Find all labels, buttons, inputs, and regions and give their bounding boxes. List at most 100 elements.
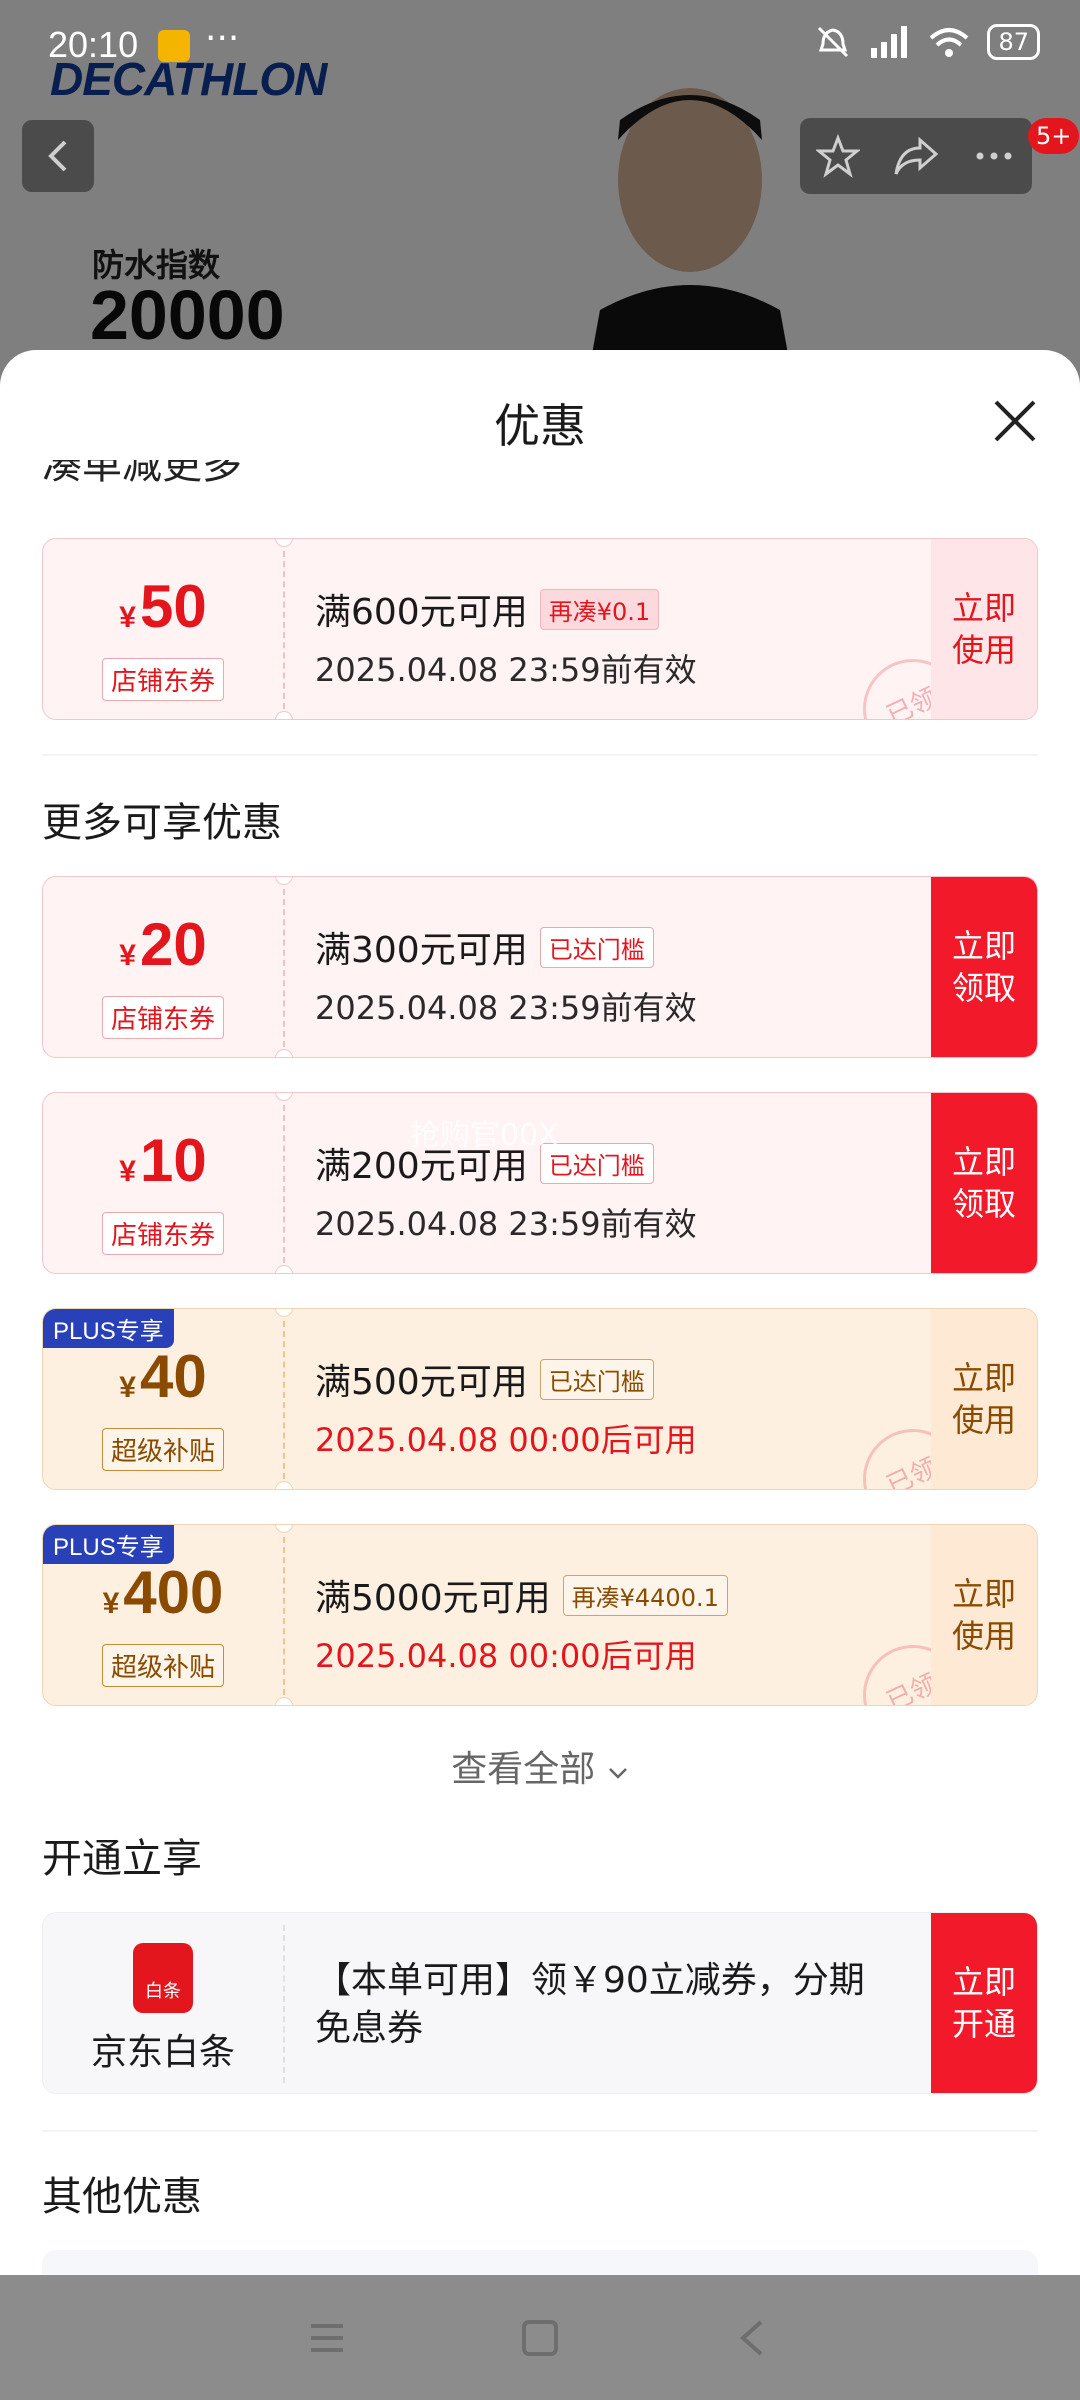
plus-exclusive-ribbon: PLUS专享	[43, 1525, 174, 1564]
coupon-amount: ¥20	[43, 913, 283, 988]
back-button[interactable]	[22, 120, 94, 192]
chevron-down-icon	[608, 1768, 627, 1779]
amount-number: 400	[123, 1559, 224, 1626]
coupon-status-badge: 已达门槛	[539, 926, 654, 968]
coupon-condition: 满500元可用	[315, 1362, 528, 1403]
section-title-more: 更多可享优惠	[42, 800, 282, 846]
divider	[42, 2130, 1038, 2132]
yen-symbol: ¥	[119, 939, 136, 972]
battery-indicator: 87	[987, 24, 1040, 60]
coupon-validity: 2025.04.08 00:00后可用	[315, 1421, 697, 1459]
claim-now-button[interactable]: 立即 领取	[931, 877, 1037, 1057]
section-title-open: 开通立享	[42, 1836, 202, 1882]
coupon-validity: 2025.04.08 23:59前有效	[315, 989, 697, 1027]
use-now-button[interactable]: 立即 使用	[931, 539, 1037, 719]
status-bar: 20:10 ··· 87	[0, 0, 1080, 92]
status-more-icon: ···	[205, 18, 240, 59]
yen-symbol: ¥	[119, 1371, 136, 1404]
ticket-divider	[283, 1925, 285, 2083]
top-actions	[800, 118, 1032, 194]
coupon-type-tag: 超级补贴	[101, 1644, 224, 1687]
view-all-link[interactable]: 查看全部	[0, 1740, 1080, 1792]
app-notification-icon	[158, 30, 190, 62]
wifi-icon	[930, 28, 969, 57]
use-now-button[interactable]: 立即 使用	[931, 1525, 1037, 1705]
discount-sheet: 优惠 凑单减更多 ¥50 店铺东券 满600元可用 再凑¥0.1 2025.04…	[0, 350, 1080, 2275]
plus-exclusive-ribbon: PLUS专享	[43, 1309, 174, 1348]
ticket-notch	[275, 1049, 293, 1057]
amount-number: 10	[139, 1127, 207, 1194]
baitiao-card: 白条 京东白条 【本单可用】领￥90立减券，分期免息券 立即 开通	[42, 1912, 1038, 2094]
ticket-notch	[275, 1481, 293, 1489]
baitiao-brand: 白条 京东白条	[43, 1913, 283, 2093]
close-button[interactable]	[980, 386, 1050, 456]
yen-symbol: ¥	[102, 1587, 120, 1620]
signal-icon	[871, 26, 908, 58]
coupon-amount: ¥400	[43, 1561, 283, 1636]
favorite-star-icon[interactable]	[816, 134, 860, 178]
amount-number: 40	[139, 1343, 207, 1410]
baitiao-name: 京东白条	[90, 2032, 235, 2073]
coupon-value: ¥50 店铺东券	[43, 539, 283, 719]
ticket-notch	[275, 1697, 293, 1705]
coupon-condition: 满300元可用	[315, 930, 528, 971]
coupon-details: 满500元可用 已达门槛 2025.04.08 00:00后可用	[315, 1353, 927, 1461]
yen-symbol: ¥	[119, 601, 136, 634]
status-icons: 87	[815, 24, 1040, 60]
baitiao-logo-icon: 白条	[133, 1943, 193, 2013]
plus-coupon-card: ¥400 超级补贴 PLUS专享 满5000元可用 再凑¥4400.1 2025…	[42, 1524, 1038, 1706]
coupon-validity: 2025.04.08 23:59前有效	[315, 1205, 697, 1243]
ticket-divider	[283, 1321, 285, 1479]
coupon-card: ¥50 店铺东券 满600元可用 再凑¥0.1 2025.04.08 23:59…	[42, 538, 1038, 720]
coupon-card: ¥20 店铺东券 满300元可用 已达门槛 2025.04.08 23:59前有…	[42, 876, 1038, 1058]
home-square-icon[interactable]	[520, 2318, 560, 2358]
coupon-status-badge: 再凑¥0.1	[539, 588, 660, 630]
coupon-details: 满600元可用 再凑¥0.1 2025.04.08 23:59前有效	[315, 583, 927, 691]
sheet-title: 优惠	[494, 399, 586, 453]
menu-icon[interactable]	[307, 2318, 347, 2358]
coupon-value: ¥10 店铺东券	[43, 1093, 283, 1273]
other-discount-card[interactable]	[42, 2250, 1038, 2275]
coupon-details: 满5000元可用 再凑¥4400.1 2025.04.08 00:00后可用	[315, 1569, 927, 1677]
ticket-divider	[283, 1537, 285, 1695]
divider	[42, 754, 1038, 756]
coupon-type-tag: 店铺东券	[101, 658, 224, 701]
ticket-divider	[283, 551, 285, 709]
coupon-condition: 满600元可用	[315, 592, 528, 633]
baitiao-offer-text: 【本单可用】领￥90立减券，分期免息券	[315, 1960, 865, 2049]
coupon-status-badge: 已达门槛	[539, 1358, 654, 1400]
coupon-amount: ¥50	[43, 575, 283, 650]
status-time: 20:10	[48, 24, 139, 65]
amount-number: 20	[139, 911, 207, 978]
coupon-details: 满300元可用 已达门槛 2025.04.08 23:59前有效	[315, 921, 927, 1029]
chevron-left-icon	[48, 140, 67, 172]
share-icon[interactable]	[892, 134, 940, 178]
section-title-other: 其他优惠	[42, 2174, 202, 2220]
system-navigation-bar	[0, 2275, 1080, 2400]
watermark-text: 抢购官00X	[410, 1118, 559, 1153]
ticket-notch	[275, 711, 293, 719]
view-all-label: 查看全部	[451, 1749, 596, 1790]
plus-coupon-card: ¥40 超级补贴 PLUS专享 满500元可用 已达门槛 2025.04.08 …	[42, 1308, 1038, 1490]
ticket-divider	[283, 1105, 285, 1263]
coupon-validity: 2025.04.08 00:00后可用	[315, 1637, 697, 1675]
more-dots-icon[interactable]	[972, 134, 1016, 178]
coupon-details: 满200元可用 已达门槛 2025.04.08 23:59前有效	[315, 1137, 927, 1245]
mute-bell-icon	[818, 26, 849, 58]
coupon-type-tag: 超级补贴	[101, 1428, 224, 1471]
message-count-badge: 5+	[1028, 118, 1080, 154]
coupon-type-tag: 店铺东券	[101, 996, 224, 1039]
coupon-status-badge: 再凑¥4400.1	[562, 1574, 728, 1616]
back-triangle-icon[interactable]	[733, 2318, 773, 2358]
coupon-amount: ¥10	[43, 1129, 283, 1204]
coupon-value: ¥20 店铺东券	[43, 877, 283, 1057]
use-now-button[interactable]: 立即 使用	[931, 1309, 1037, 1489]
claim-now-button[interactable]: 立即 领取	[931, 1093, 1037, 1273]
ticket-notch	[275, 1265, 293, 1273]
activate-now-button[interactable]: 立即 开通	[931, 1913, 1037, 2093]
amount-number: 50	[139, 573, 207, 640]
coupon-amount: ¥40	[43, 1345, 283, 1420]
close-icon	[994, 400, 1036, 442]
coupon-condition: 满5000元可用	[315, 1578, 551, 1619]
coupon-validity: 2025.04.08 23:59前有效	[315, 651, 697, 689]
